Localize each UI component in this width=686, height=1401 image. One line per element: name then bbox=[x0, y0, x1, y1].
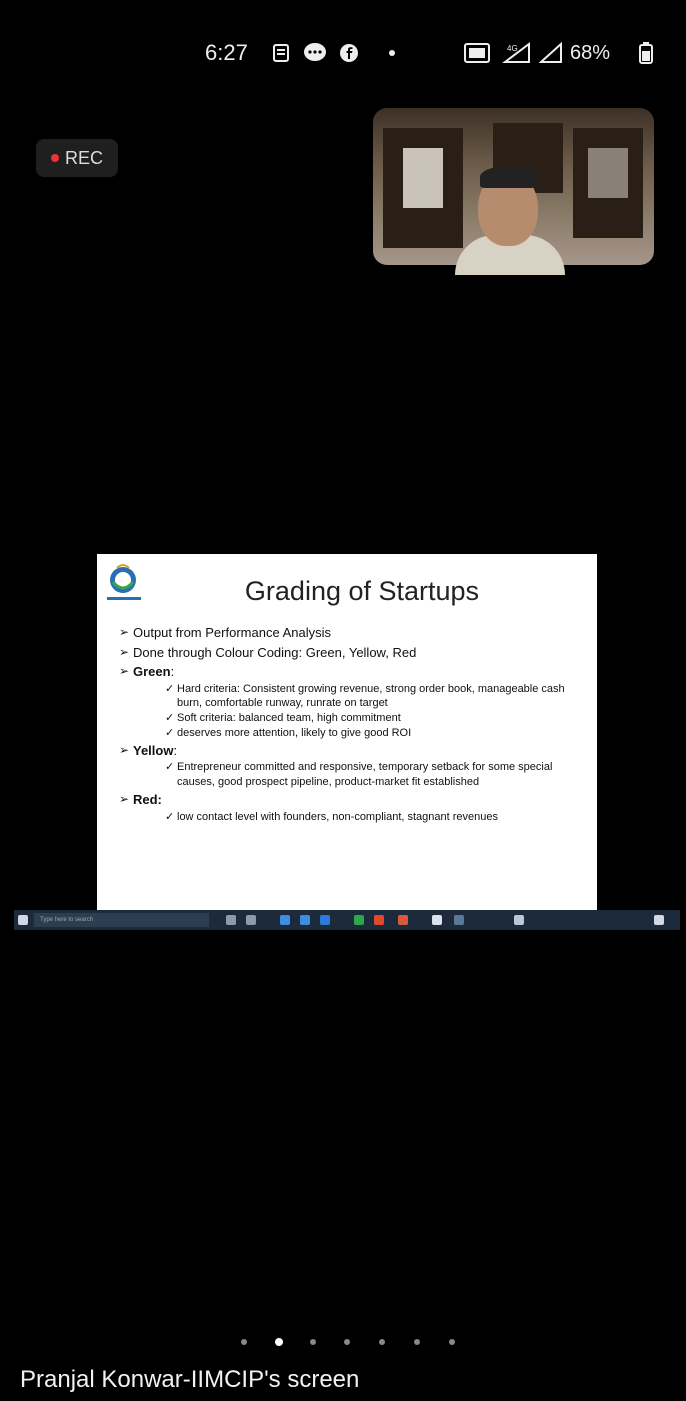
taskbar-search: Type here to search bbox=[34, 913, 209, 927]
more-dot-icon bbox=[387, 42, 397, 64]
record-dot-icon bbox=[50, 154, 59, 162]
page-dot-active[interactable] bbox=[275, 1338, 283, 1346]
check-icon: ✓ bbox=[165, 810, 175, 823]
shared-slide: Grading of Startups ➢ Output from Perform… bbox=[97, 554, 597, 910]
battery-percent: 68% bbox=[570, 42, 611, 64]
page-dot[interactable] bbox=[414, 1339, 420, 1345]
arrow-bullet-icon: ➢ bbox=[119, 625, 130, 639]
screen-share-label: Pranjal Konwar-IIMCIP's screen bbox=[20, 1366, 360, 1393]
check-icon: ✓ bbox=[165, 682, 175, 695]
check-icon: ✓ bbox=[165, 712, 175, 725]
windows-start-icon bbox=[18, 915, 28, 925]
slide-title: Grading of Startups bbox=[244, 576, 480, 606]
taskbar-app-icon bbox=[354, 915, 364, 925]
facebook-icon bbox=[338, 42, 360, 64]
status-time: 6:27 bbox=[205, 40, 248, 65]
page-dot[interactable] bbox=[449, 1339, 455, 1345]
bullet-item: ➢ Output from Performance Analysis bbox=[119, 625, 331, 640]
green-item: ✓ deserves more attention, likely to give… bbox=[165, 727, 412, 740]
yellow-label: Yellow bbox=[133, 742, 174, 758]
status-bar: 6:27 4G 68% bbox=[0, 38, 686, 74]
signal-4g-icon: 4G bbox=[500, 42, 534, 64]
taskbar-app-icon bbox=[374, 915, 384, 925]
bullet-item: ➢ Done through Colour Coding: Green, Yell… bbox=[119, 644, 417, 660]
messenger-icon bbox=[302, 42, 328, 64]
taskbar-app-icon bbox=[246, 915, 256, 925]
red-item: ✓ low contact level with founders, non-co… bbox=[165, 810, 499, 823]
page-dot[interactable] bbox=[379, 1339, 385, 1345]
page-dot[interactable] bbox=[241, 1339, 247, 1345]
slide-bullets: ➢ Output from Performance Analysis ➢ Done … bbox=[119, 623, 589, 824]
taskbar-notification-icon bbox=[654, 915, 664, 925]
taskbar-app-icon bbox=[432, 915, 442, 925]
participant-hair bbox=[480, 166, 536, 188]
check-icon: ✓ bbox=[165, 761, 175, 774]
bullet-green: ➢ Green: bbox=[119, 662, 589, 682]
arrow-bullet-icon: ➢ bbox=[119, 644, 130, 659]
arrow-bullet-icon: ➢ bbox=[119, 792, 130, 807]
recording-indicator: REC bbox=[36, 139, 118, 177]
taskbar-app-icon bbox=[226, 915, 236, 925]
arrow-bullet-icon: ➢ bbox=[119, 664, 130, 678]
recording-label: REC bbox=[64, 147, 103, 168]
battery-icon bbox=[638, 42, 654, 64]
taskbar-tray-icon bbox=[514, 915, 524, 925]
notes-icon bbox=[270, 42, 292, 64]
check-icon: ✓ bbox=[165, 727, 175, 740]
yellow-item: ✓ Entrepreneur committed and responsive, … bbox=[165, 761, 553, 789]
taskbar-app-icon bbox=[300, 915, 310, 925]
taskbar-app-icon bbox=[320, 915, 330, 925]
green-item: ✓ Hard criteria: Consistent growing reven… bbox=[165, 682, 565, 710]
page-dot[interactable] bbox=[344, 1339, 350, 1345]
taskbar-app-icon bbox=[454, 915, 464, 925]
signal-icon bbox=[538, 42, 564, 64]
green-label: Green bbox=[133, 664, 171, 679]
arrow-bullet-icon: ➢ bbox=[119, 742, 130, 757]
bullet-red: ➢ Red: bbox=[119, 790, 589, 810]
volte-icon bbox=[463, 42, 491, 64]
red-label: Red: bbox=[133, 792, 162, 808]
bullet-yellow: ➢ Yellow: bbox=[119, 741, 589, 761]
taskbar-app-icon bbox=[398, 915, 408, 925]
shared-taskbar: Type here to search bbox=[14, 910, 680, 930]
svg-text:4G: 4G bbox=[507, 44, 518, 53]
taskbar-app-icon bbox=[280, 915, 290, 925]
green-item: ✓ Soft criteria: balanced team, high comm… bbox=[165, 712, 401, 725]
page-dot[interactable] bbox=[310, 1339, 316, 1345]
